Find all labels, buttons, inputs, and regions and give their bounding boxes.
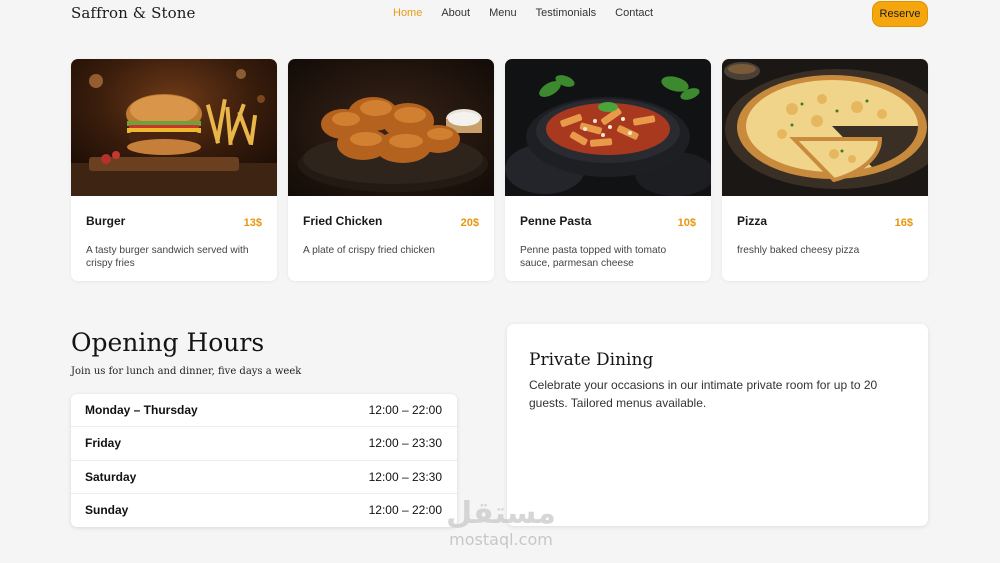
opening-hours-title: Opening Hours	[71, 328, 265, 357]
private-dining-title: Private Dining	[529, 350, 654, 370]
hours-day: Friday	[85, 436, 122, 451]
menu-item-price: 10$	[677, 217, 696, 229]
private-dining-text: Celebrate your occasions in our intimate…	[529, 378, 878, 410]
nav-links: Home About Menu Testimonials Contact	[393, 7, 672, 19]
hours-day: Saturday	[85, 469, 137, 484]
nav-link-menu[interactable]: Menu	[489, 7, 517, 19]
fried-chicken-photo	[288, 59, 494, 196]
nav-link-contact[interactable]: Contact	[615, 7, 653, 19]
nav-link-home[interactable]: Home	[393, 7, 422, 19]
pasta-photo	[505, 59, 711, 196]
hours-time: 12:00 – 23:30	[368, 436, 442, 451]
hours-day: Monday – Thursday	[85, 403, 198, 418]
menu-item-description: freshly baked cheesy pizza	[737, 245, 860, 256]
menu-item-description: A tasty burger sandwich served with cris…	[86, 245, 249, 269]
opening-hours-subtitle: Join us for lunch and dinner, five days …	[71, 366, 302, 377]
menu-item-name: Fried Chicken	[303, 214, 383, 228]
hours-row: Monday – Thursday 12:00 – 22:00	[71, 394, 457, 428]
menu-item-description: Penne pasta topped with tomato sauce, pa…	[520, 245, 667, 269]
hours-time: 12:00 – 22:00	[368, 403, 442, 418]
opening-hours-table: Monday – Thursday 12:00 – 22:00 Friday 1…	[71, 394, 457, 527]
hours-time: 12:00 – 22:00	[368, 503, 442, 518]
burger-photo	[71, 59, 277, 196]
nav-link-about[interactable]: About	[441, 7, 470, 19]
menu-card-penne-pasta[interactable]: Penne Pasta 10$ Penne pasta topped with …	[505, 59, 711, 281]
hours-day: Sunday	[85, 503, 129, 518]
brand-logo[interactable]: Saffron & Stone	[71, 4, 195, 22]
menu-item-name: Burger	[86, 214, 126, 228]
pizza-photo	[722, 59, 928, 196]
reserve-button[interactable]: Reserve	[872, 1, 928, 27]
hours-row: Sunday 12:00 – 22:00	[71, 494, 457, 527]
menu-item-price: 13$	[243, 217, 262, 229]
hours-row: Friday 12:00 – 23:30	[71, 427, 457, 461]
menu-item-description: A plate of crispy fried chicken	[303, 245, 435, 256]
menu-cards: Burger 13$ A tasty burger sandwich serve…	[71, 59, 928, 281]
hours-time: 12:00 – 23:30	[368, 469, 442, 484]
menu-card-pizza[interactable]: Pizza 16$ freshly baked cheesy pizza	[722, 59, 928, 281]
top-nav: Saffron & Stone Home About Menu Testimon…	[0, 0, 1000, 30]
menu-card-fried-chicken[interactable]: Fried Chicken 20$ A plate of crispy frie…	[288, 59, 494, 281]
menu-item-price: 20$	[460, 217, 479, 229]
menu-item-name: Pizza	[737, 214, 768, 228]
menu-item-name: Penne Pasta	[520, 214, 592, 228]
nav-link-testimonials[interactable]: Testimonials	[536, 7, 597, 19]
private-dining-card: Private Dining Celebrate your occasions …	[507, 324, 928, 526]
menu-card-burger[interactable]: Burger 13$ A tasty burger sandwich serve…	[71, 59, 277, 281]
menu-item-price: 16$	[894, 217, 913, 229]
watermark-latin: mostaql.com	[449, 530, 553, 549]
hours-row: Saturday 12:00 – 23:30	[71, 461, 457, 494]
